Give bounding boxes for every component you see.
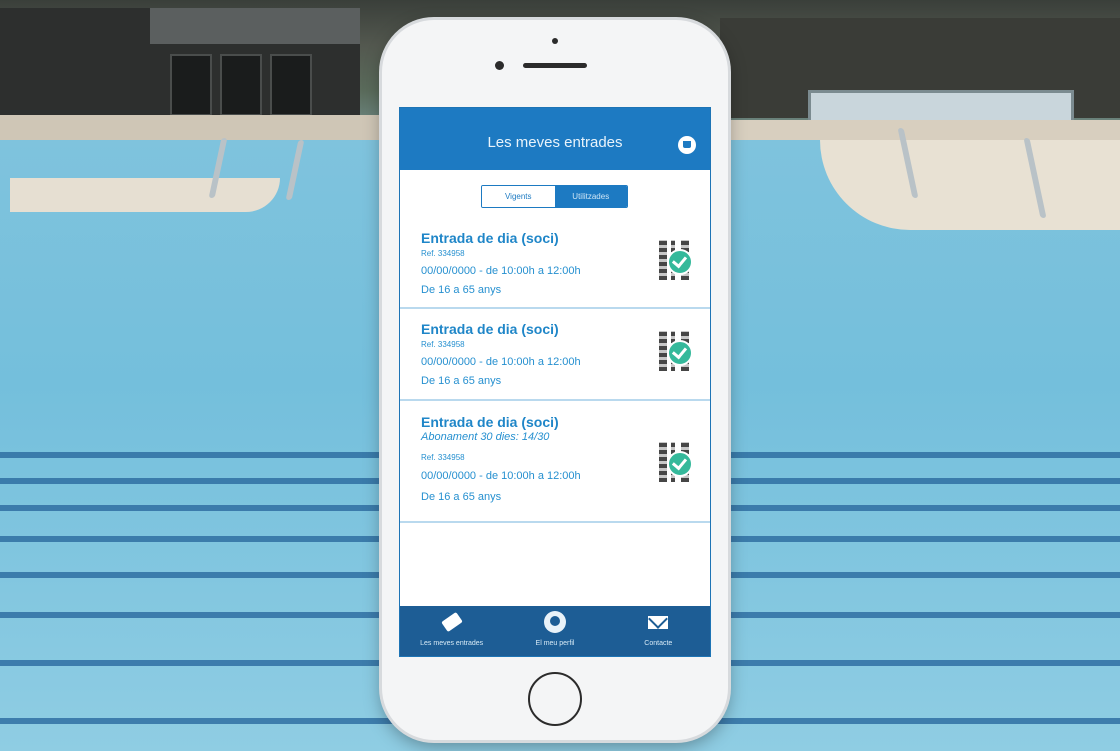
phone-speaker [523, 63, 587, 68]
profile-icon [543, 611, 566, 633]
nav-item-my-profile[interactable]: El meu perfil [503, 606, 606, 656]
check-icon [667, 249, 693, 275]
ticket-icon [440, 611, 463, 633]
nav-label: Les meves entrades [420, 640, 484, 647]
ticket-name: Entrada de dia (soci) [421, 321, 559, 337]
qr-code-icon[interactable] [659, 331, 697, 371]
ticket-card[interactable]: Entrada de dia (soci) Ref. 334958 00/00/… [400, 309, 710, 401]
ticket-age-range: De 16 a 65 anys [421, 375, 502, 387]
nav-label: Contacte [644, 640, 673, 647]
ticket-date: 00/00/0000 - de 10:00h a 12:00h [421, 470, 581, 482]
ticket-name: Entrada de dia (soci) [421, 414, 559, 430]
ticket-ref: Ref. 334958 [421, 340, 465, 349]
tab-vigents[interactable]: Vigents [482, 186, 555, 207]
building-window [270, 54, 312, 116]
nav-label: El meu perfil [535, 640, 575, 647]
check-icon [667, 451, 693, 477]
ticket-card[interactable]: Entrada de dia (soci) Ref. 334958 00/00/… [400, 218, 710, 309]
ticket-date: 00/00/0000 - de 10:00h a 12:00h [421, 265, 581, 277]
tab-utilitzades[interactable]: Utilitzades [554, 186, 627, 207]
app-screen: Les meves entrades Vigents Utilitzades E… [399, 107, 711, 657]
ticket-card[interactable]: Entrada de dia (soci) Abonament 30 dies:… [400, 401, 710, 523]
phone-sensor [552, 38, 558, 44]
phone-camera [495, 61, 504, 70]
pool-edge [820, 140, 1120, 230]
page-title: Les meves entrades [487, 134, 623, 151]
bottom-navigation: Les meves entrades El meu perfil Contact… [400, 606, 710, 656]
ticket-age-range: De 16 a 65 anys [421, 491, 502, 503]
mail-icon [648, 616, 669, 629]
ticket-date: 00/00/0000 - de 10:00h a 12:00h [421, 356, 581, 368]
building-window [220, 54, 262, 116]
building-roof [150, 8, 360, 44]
ticket-subscription: Abonament 30 dies: 14/30 [421, 431, 550, 443]
ticket-filter-tabs: Vigents Utilitzades [481, 185, 628, 208]
qr-code-icon[interactable] [659, 240, 697, 280]
check-icon [667, 340, 693, 366]
ticket-age-range: De 16 a 65 anys [421, 284, 502, 296]
nav-item-contact[interactable]: Contacte [607, 606, 710, 656]
ticket-ref: Ref. 334958 [421, 453, 465, 462]
pool-edge [10, 178, 280, 212]
background-building [0, 8, 360, 118]
home-button[interactable] [528, 672, 582, 726]
building-window [170, 54, 212, 116]
nav-item-my-tickets[interactable]: Les meves entrades [400, 606, 503, 656]
qr-code-icon[interactable] [659, 442, 697, 482]
ticket-name: Entrada de dia (soci) [421, 230, 559, 246]
phone-device: Les meves entrades Vigents Utilitzades E… [382, 20, 728, 740]
cart-icon[interactable] [678, 136, 696, 154]
ticket-ref: Ref. 334958 [421, 249, 465, 258]
app-header: Les meves entrades [400, 108, 710, 170]
